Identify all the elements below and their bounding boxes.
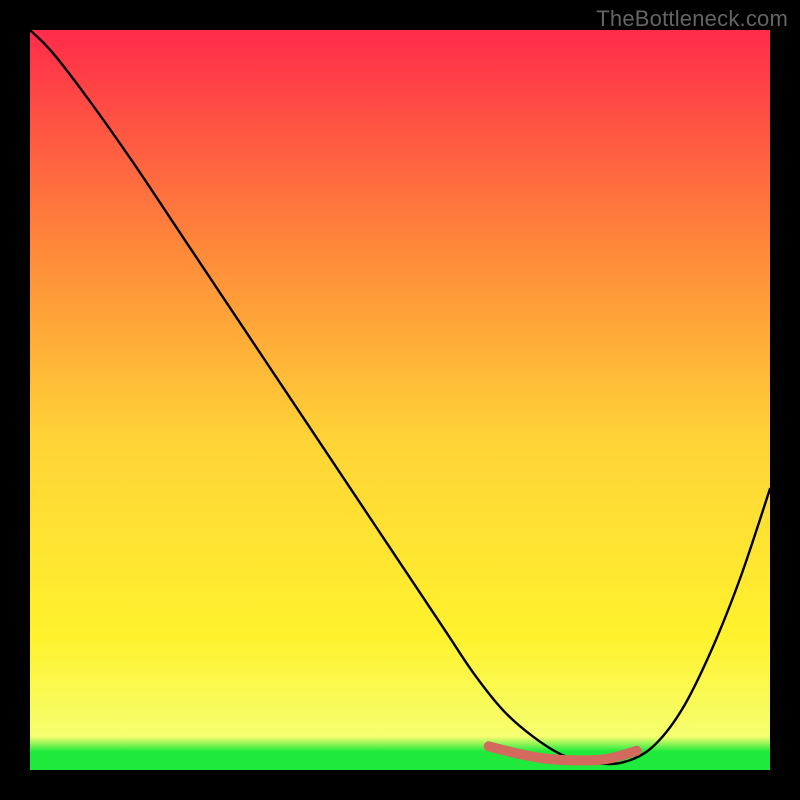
- chart-frame: [30, 30, 770, 770]
- watermark-text: TheBottleneck.com: [596, 6, 788, 32]
- plot-svg: [30, 30, 770, 770]
- gradient-background: [30, 30, 770, 770]
